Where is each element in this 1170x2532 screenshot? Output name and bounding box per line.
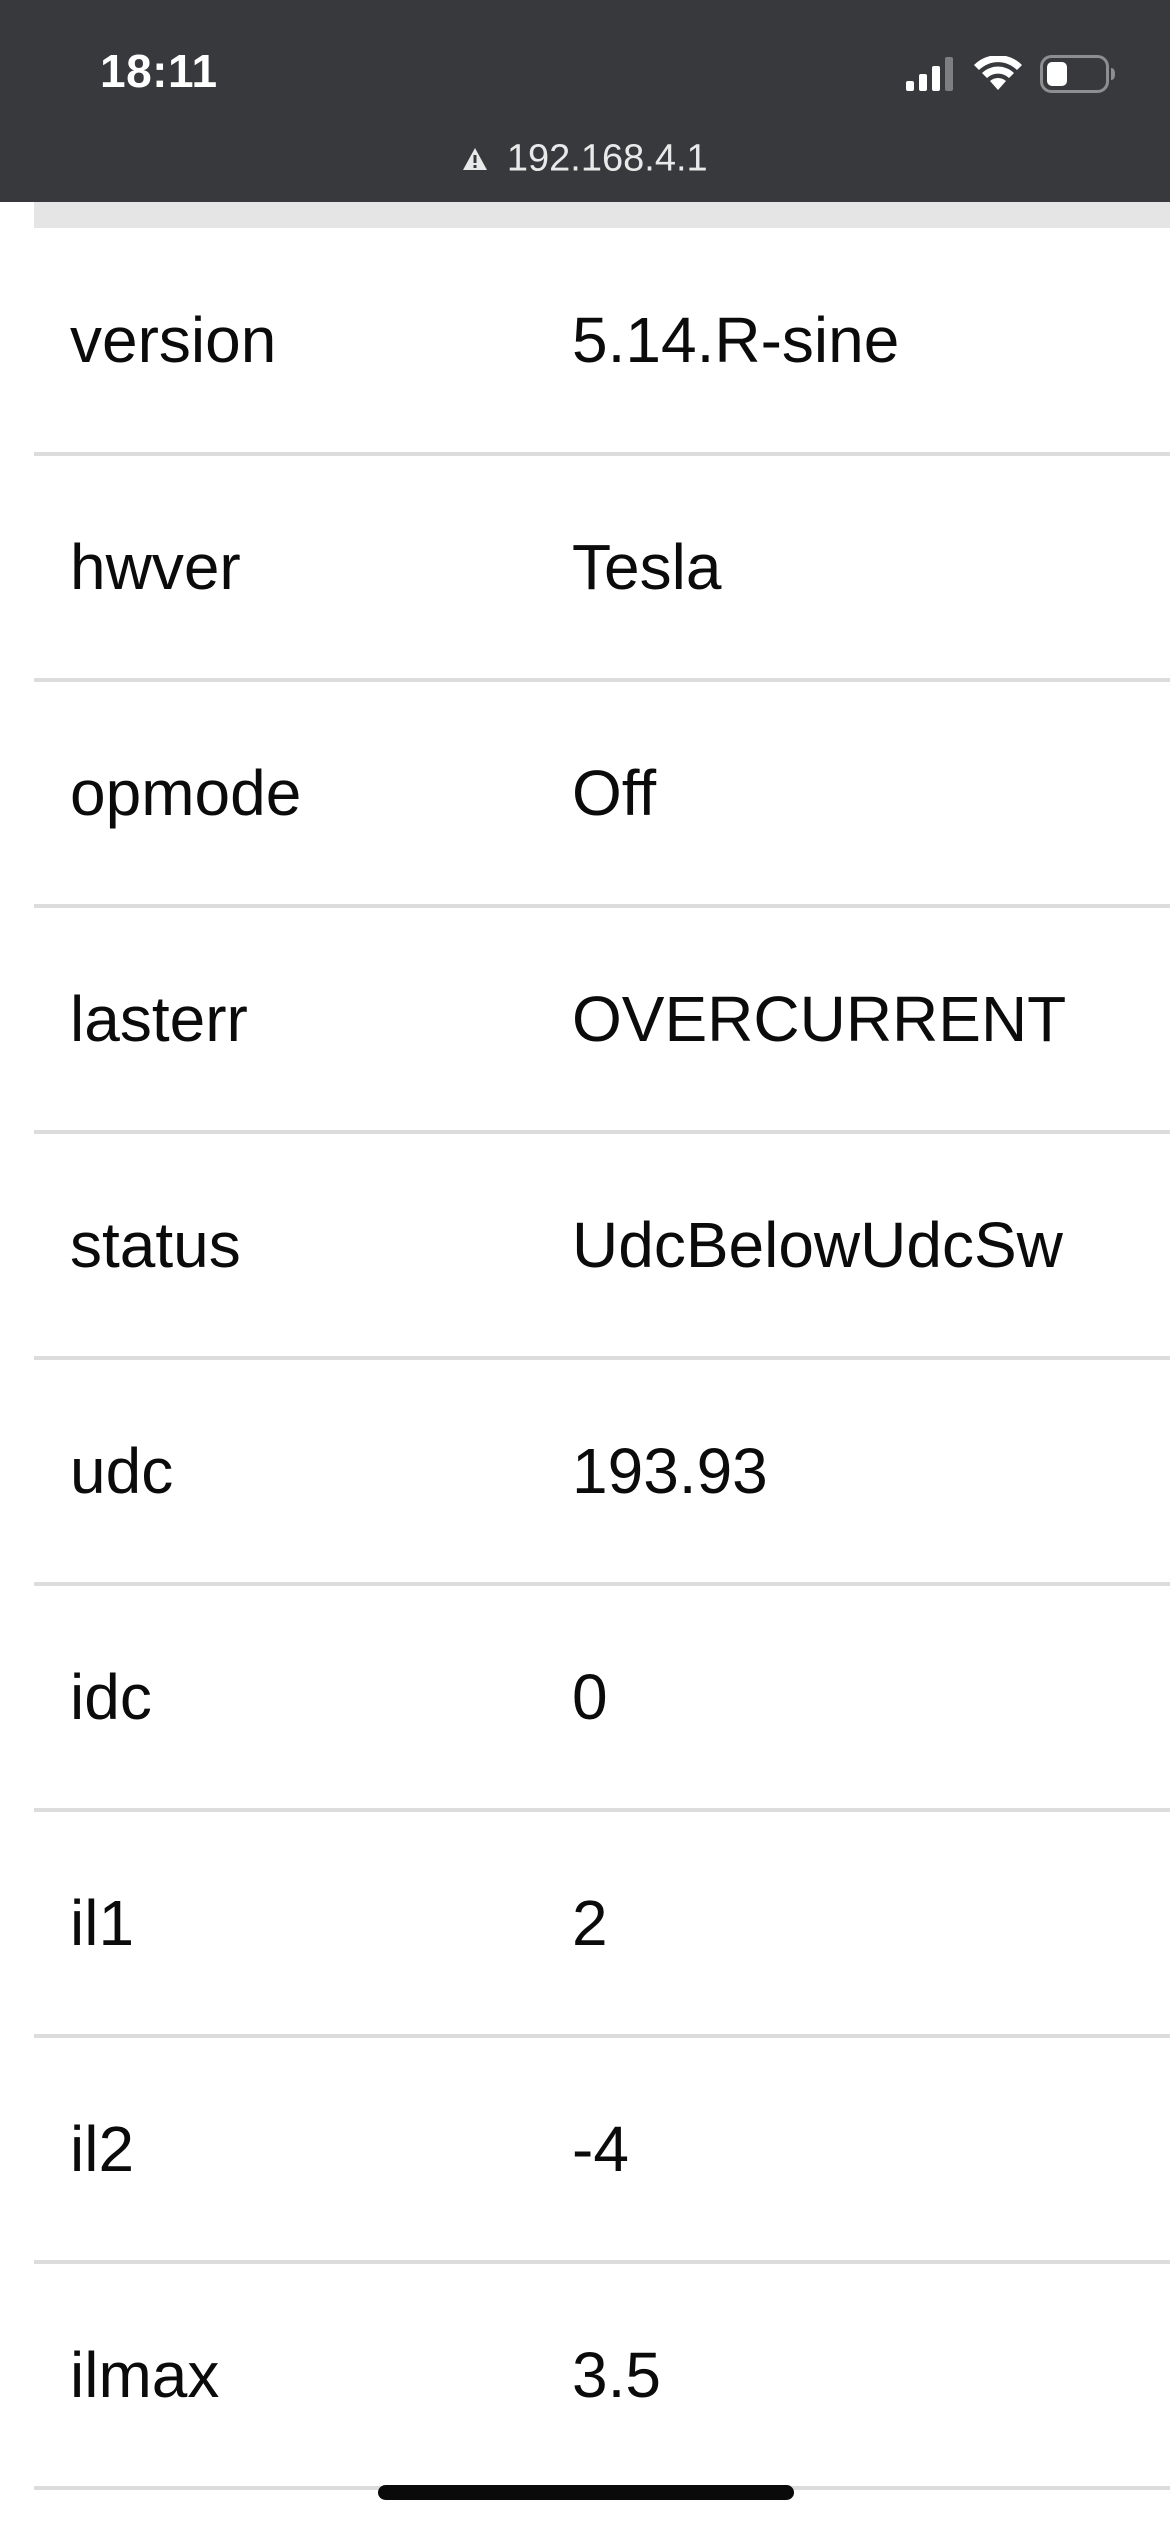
param-value: Off [572, 757, 657, 829]
param-value: 0 [572, 1661, 608, 1733]
table-row: udc 193.93 [34, 1358, 1170, 1584]
param-value: -4 [572, 2113, 629, 2185]
param-value: 2 [572, 1887, 608, 1959]
param-name: idc [70, 1661, 152, 1733]
param-value: 5.14.R-sine [572, 304, 900, 376]
table-row: hwver Tesla [34, 454, 1170, 680]
table-row: ilmax 3.5 [34, 2262, 1170, 2488]
param-name: version [70, 304, 277, 376]
table-row: status UdcBelowUdcSw [34, 1132, 1170, 1358]
param-name: lasterr [70, 983, 248, 1055]
wifi-icon [974, 56, 1022, 90]
url-text: 192.168.4.1 [506, 137, 708, 180]
table-header-strip [34, 202, 1170, 228]
table-row: idc 0 [34, 1584, 1170, 1810]
param-value: 3.5 [572, 2339, 661, 2411]
param-name: opmode [70, 757, 302, 829]
table-row: il1 2 [34, 1810, 1170, 2036]
param-name: ilmax [70, 2339, 220, 2411]
param-value: Tesla [572, 531, 722, 603]
warning-icon [463, 147, 488, 170]
table-row: lasterr OVERCURRENT [34, 906, 1170, 1132]
param-value: OVERCURRENT [572, 983, 1067, 1055]
table-row: opmode Off [34, 680, 1170, 906]
table-row: version 5.14.R-sine [34, 228, 1170, 454]
page-content: version 5.14.R-sine hwver Tesla opmode O… [0, 202, 1170, 2532]
home-indicator[interactable] [378, 2485, 794, 2500]
clock: 18:11 [100, 45, 218, 97]
param-name: il2 [70, 2113, 135, 2185]
parameter-table: version 5.14.R-sine hwver Tesla opmode O… [34, 228, 1170, 2490]
param-name: status [70, 1209, 241, 1281]
table-row: il2 -4 [34, 2036, 1170, 2262]
battery-icon [1040, 55, 1115, 93]
param-name: il1 [70, 1887, 135, 1959]
param-value: 193.93 [572, 1435, 768, 1507]
param-name: hwver [70, 531, 241, 603]
address-bar[interactable]: 192.168.4.1 [0, 136, 1170, 180]
cellular-signal-icon [906, 57, 953, 91]
param-name: udc [70, 1435, 174, 1507]
status-icons [906, 52, 1116, 96]
param-value: UdcBelowUdcSw [572, 1209, 1063, 1281]
status-bar: 18:11 192.168.4.1 [0, 0, 1170, 202]
